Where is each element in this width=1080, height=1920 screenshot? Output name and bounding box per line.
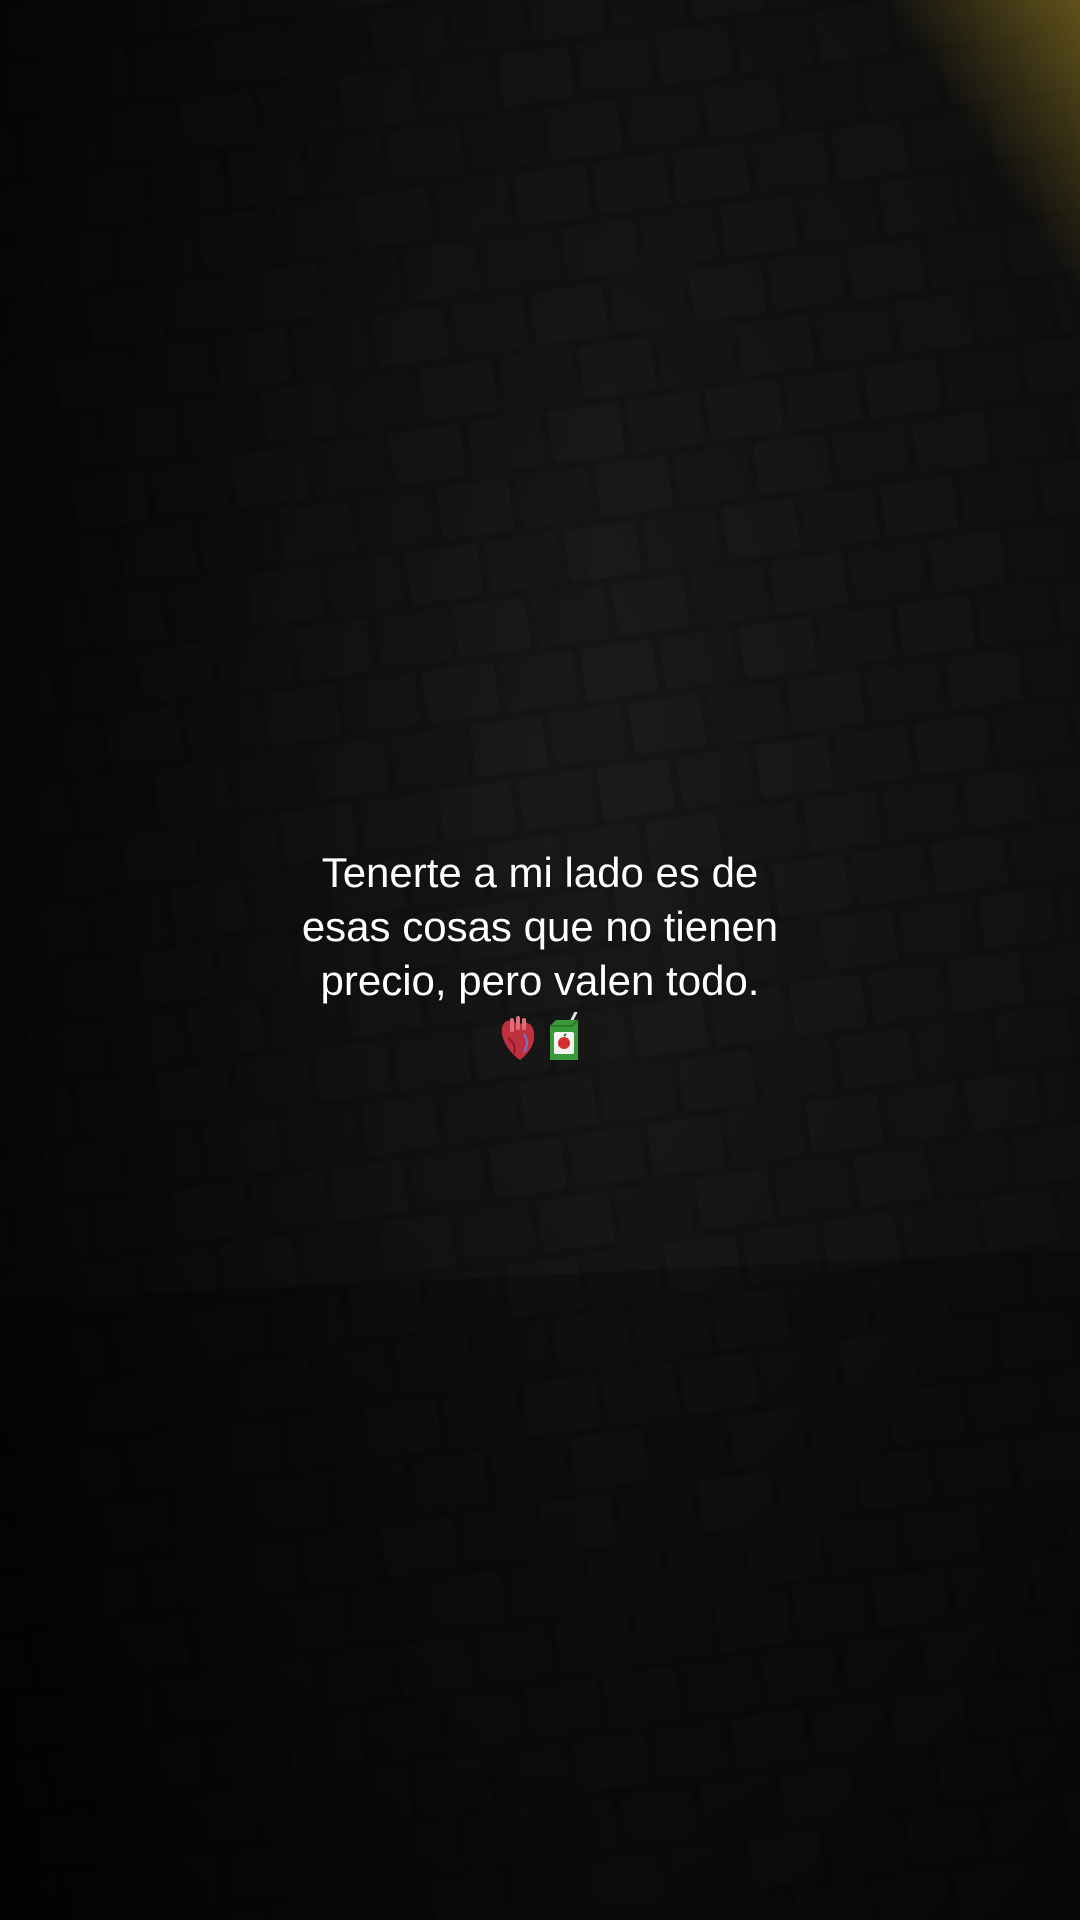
anatomical-heart-icon: [498, 1016, 538, 1062]
emoji-row: [140, 1012, 940, 1062]
juice-box-icon: [546, 1012, 582, 1062]
caption-line-3: precio, pero valen todo.: [320, 957, 760, 1004]
caption-line-2: esas cosas que no tienen: [301, 903, 779, 950]
video-frame: Tenerte a mi lado es de esas cosas que n…: [0, 0, 1080, 1920]
caption-text: Tenerte a mi lado es de esas cosas que n…: [140, 846, 940, 1062]
caption-line-1: Tenerte a mi lado es de: [321, 849, 759, 896]
